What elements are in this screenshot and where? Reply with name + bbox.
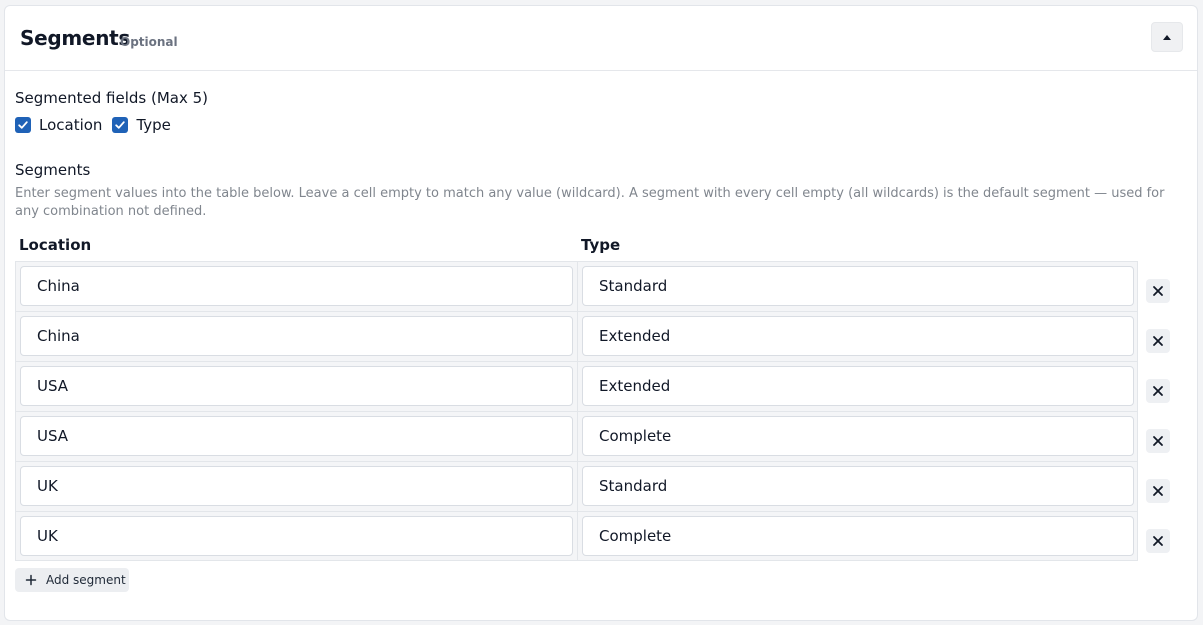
add-segment-label: Add segment xyxy=(46,573,126,587)
card-header: Segments Optional xyxy=(5,6,1197,71)
location-cell-input[interactable]: USA xyxy=(20,366,573,406)
close-icon xyxy=(1153,336,1163,346)
section-title: Segments xyxy=(20,26,130,50)
delete-row-button[interactable] xyxy=(1146,329,1170,353)
close-icon xyxy=(1153,386,1163,396)
table-row: UK Standard xyxy=(16,462,1137,512)
table-row: China Standard xyxy=(16,262,1137,312)
delete-row-button[interactable] xyxy=(1146,479,1170,503)
checkbox-type[interactable]: Type xyxy=(112,116,171,134)
segments-table: China Standard China Extended USA Extend… xyxy=(15,261,1138,561)
segmented-fields-checkboxes: Location Type xyxy=(15,116,181,134)
plus-icon xyxy=(25,574,37,586)
delete-row-button[interactable] xyxy=(1146,379,1170,403)
type-cell-input[interactable]: Standard xyxy=(582,466,1134,506)
type-cell-input[interactable]: Extended xyxy=(582,316,1134,356)
add-segment-button[interactable]: Add segment xyxy=(15,568,129,592)
location-cell-input[interactable]: China xyxy=(20,316,573,356)
type-cell-input[interactable]: Complete xyxy=(582,416,1134,456)
segmented-fields-label: Segmented fields (Max 5) xyxy=(15,89,208,107)
delete-row-button[interactable] xyxy=(1146,429,1170,453)
type-cell-input[interactable]: Complete xyxy=(582,516,1134,556)
checkbox-checked-icon xyxy=(112,117,129,133)
caret-up-icon xyxy=(1163,34,1171,40)
column-header-type: Type xyxy=(581,236,621,254)
table-row: UK Complete xyxy=(16,512,1137,562)
checkbox-label: Location xyxy=(39,116,103,134)
table-row: China Extended xyxy=(16,312,1137,362)
table-row: USA Extended xyxy=(16,362,1137,412)
delete-row-button[interactable] xyxy=(1146,529,1170,553)
type-cell-input[interactable]: Standard xyxy=(582,266,1134,306)
close-icon xyxy=(1153,536,1163,546)
type-cell-input[interactable]: Extended xyxy=(582,366,1134,406)
close-icon xyxy=(1153,436,1163,446)
segments-label: Segments xyxy=(15,161,91,179)
checkbox-checked-icon xyxy=(15,117,31,133)
checkbox-label: Type xyxy=(136,116,171,134)
location-cell-input[interactable]: China xyxy=(20,266,573,306)
segments-help-text: Enter segment values into the table belo… xyxy=(15,186,1165,219)
collapse-button[interactable] xyxy=(1151,22,1183,52)
close-icon xyxy=(1153,286,1163,296)
table-row: USA Complete xyxy=(16,412,1137,462)
column-header-location: Location xyxy=(19,236,92,254)
location-cell-input[interactable]: UK xyxy=(20,466,573,506)
checkbox-location[interactable]: Location xyxy=(15,116,102,134)
close-icon xyxy=(1153,486,1163,496)
location-cell-input[interactable]: UK xyxy=(20,516,573,556)
delete-row-button[interactable] xyxy=(1146,279,1170,303)
optional-tag: Optional xyxy=(120,35,178,49)
location-cell-input[interactable]: USA xyxy=(20,416,573,456)
